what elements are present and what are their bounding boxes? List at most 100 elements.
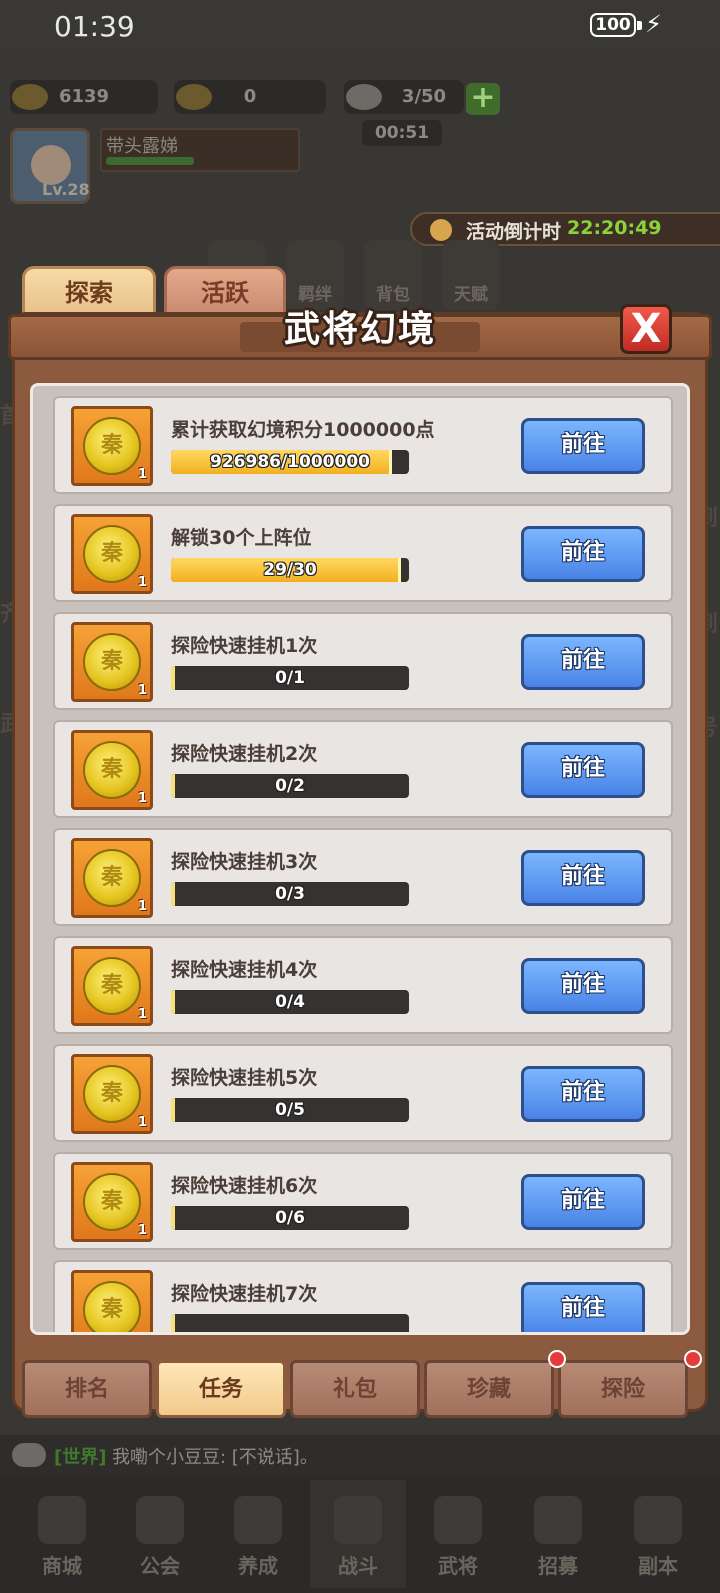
- task-row: 秦 1 探险快速挂机3次 0/3 前往: [53, 828, 673, 926]
- coin-icon: 秦: [83, 741, 141, 799]
- nav-guild[interactable]: 公会: [112, 1480, 208, 1588]
- tab-ranking[interactable]: 排名: [22, 1360, 152, 1418]
- tab-explore[interactable]: 探索: [22, 266, 156, 318]
- task-name: 探险快速挂机4次: [171, 959, 318, 981]
- nav-label: 商城: [42, 1554, 82, 1578]
- task-progress-text: 0/1: [275, 668, 305, 688]
- gold-ingot-icon: [12, 84, 48, 110]
- go-button[interactable]: 前往: [521, 1282, 645, 1332]
- ticket-icon: [176, 84, 212, 110]
- status-clock: 01:39: [54, 10, 135, 43]
- nav-battle[interactable]: 战斗: [310, 1480, 406, 1588]
- stamina-counter: 3/50: [344, 80, 464, 114]
- task-name: 探险快速挂机2次: [171, 743, 318, 765]
- task-row: 秦 1 探险快速挂机4次 0/4 前往: [53, 936, 673, 1034]
- add-stamina-button[interactable]: +: [466, 83, 500, 115]
- tab-adventure[interactable]: 探险: [558, 1360, 688, 1418]
- go-button[interactable]: 前往: [521, 742, 645, 798]
- task-row: 秦 1 探险快速挂机6次 0/6 前往: [53, 1152, 673, 1250]
- task-name: 探险快速挂机3次: [171, 851, 318, 873]
- tab-collection[interactable]: 珍藏: [424, 1360, 554, 1418]
- go-button[interactable]: 前往: [521, 1066, 645, 1122]
- avatar-face: [31, 145, 71, 185]
- battery-tip: [637, 21, 642, 30]
- dialog-title: 武将幻境: [283, 309, 436, 350]
- countdown-time: 22:20:49: [567, 217, 662, 239]
- task-progress-bar: 0/4: [171, 990, 409, 1014]
- task-progress-bar: 0/5: [171, 1098, 409, 1122]
- battery-icon: 100: [590, 13, 636, 37]
- collection-notification-dot: [548, 1350, 566, 1368]
- nav-develop[interactable]: 养成: [210, 1480, 306, 1588]
- coin-icon: 秦: [83, 417, 141, 475]
- shop-icon: [38, 1496, 86, 1544]
- reward-item[interactable]: 秦1: [71, 622, 153, 702]
- task-progress-bar: 29/30: [171, 558, 409, 582]
- coin-icon: 秦: [83, 1173, 141, 1231]
- player-exp-bar: [106, 157, 194, 165]
- coin-icon: 秦: [83, 849, 141, 907]
- tab-gift-pack[interactable]: 礼包: [290, 1360, 420, 1418]
- nav-label: 武将: [438, 1554, 478, 1578]
- reward-count: 1: [137, 1223, 147, 1238]
- coin-icon: 秦: [83, 1065, 141, 1123]
- reward-count: 1: [137, 1115, 147, 1130]
- reward-count: 1: [137, 467, 147, 482]
- chat-channel: [世界]: [54, 1447, 107, 1468]
- task-progress-text: 0/4: [275, 992, 305, 1012]
- chat-bar[interactable]: [0, 1435, 720, 1475]
- nav-shop[interactable]: 商城: [14, 1480, 110, 1588]
- task-row: 秦 1 解锁30个上阵位 29/30 前往: [53, 504, 673, 602]
- task-row: 秦 1 探险快速挂机5次 0/5 前往: [53, 1044, 673, 1142]
- task-progress-text: 0/3: [275, 884, 305, 904]
- task-row: 秦 1 累计获取幻境积分1000000点 926986/1000000 前往: [53, 396, 673, 494]
- nav-label: 战斗: [338, 1554, 378, 1578]
- go-button[interactable]: 前往: [521, 958, 645, 1014]
- go-button[interactable]: 前往: [521, 526, 645, 582]
- nav-generals[interactable]: 武将: [410, 1480, 506, 1588]
- crossed-swords-icon: [334, 1496, 382, 1544]
- task-progress-bar: 0/2: [171, 774, 409, 798]
- close-button[interactable]: X: [620, 304, 672, 354]
- go-button[interactable]: 前往: [521, 850, 645, 906]
- develop-icon: [234, 1496, 282, 1544]
- task-name: 探险快速挂机1次: [171, 635, 318, 657]
- task-name: 累计获取幻境积分1000000点: [171, 419, 435, 441]
- reward-count: 1: [137, 791, 147, 806]
- coin-icon: 秦: [83, 633, 141, 691]
- task-progress-text: 0/5: [275, 1100, 305, 1120]
- reward-item[interactable]: 秦1: [71, 730, 153, 810]
- nav-recruit[interactable]: 招募: [510, 1480, 606, 1588]
- player-level: Lv.28: [42, 180, 90, 199]
- go-button[interactable]: 前往: [521, 1174, 645, 1230]
- chat-bubble-icon: [12, 1443, 46, 1467]
- tab-tasks[interactable]: 任务: [156, 1360, 286, 1418]
- reward-item[interactable]: 秦1: [71, 1054, 153, 1134]
- reward-item[interactable]: 秦: [71, 1270, 153, 1332]
- coin-icon: 秦: [83, 1281, 141, 1332]
- task-list[interactable]: 秦 1 累计获取幻境积分1000000点 926986/1000000 前往秦 1 解锁30…: [30, 383, 690, 1335]
- nav-label: 公会: [140, 1554, 180, 1578]
- reward-item[interactable]: 秦1: [71, 406, 153, 486]
- reward-item[interactable]: 秦1: [71, 1162, 153, 1242]
- nav-label: 养成: [238, 1554, 278, 1578]
- tab-explore-label: 探索: [65, 279, 113, 307]
- go-button[interactable]: 前往: [521, 634, 645, 690]
- reward-item[interactable]: 秦1: [71, 838, 153, 918]
- reward-item[interactable]: 秦1: [71, 946, 153, 1026]
- clock-icon: [430, 219, 452, 241]
- nav-label: 招募: [538, 1554, 578, 1578]
- recruit-icon: [534, 1496, 582, 1544]
- reward-count: 1: [137, 683, 147, 698]
- reward-item[interactable]: 秦1: [71, 514, 153, 594]
- task-name: 探险快速挂机6次: [171, 1175, 318, 1197]
- task-row: 秦 探险快速挂机7次 前往: [53, 1260, 673, 1332]
- task-progress-bar: 0/6: [171, 1206, 409, 1230]
- task-progress-bar: 0/3: [171, 882, 409, 906]
- chat-message: 我嘞个小豆豆: [不说话]。: [112, 1447, 318, 1468]
- ticket-value: 0: [243, 86, 257, 107]
- task-progress-text: 0/2: [275, 776, 305, 796]
- task-progress-bar: 0/1: [171, 666, 409, 690]
- go-button[interactable]: 前往: [521, 418, 645, 474]
- nav-dungeon[interactable]: 副本: [610, 1480, 706, 1588]
